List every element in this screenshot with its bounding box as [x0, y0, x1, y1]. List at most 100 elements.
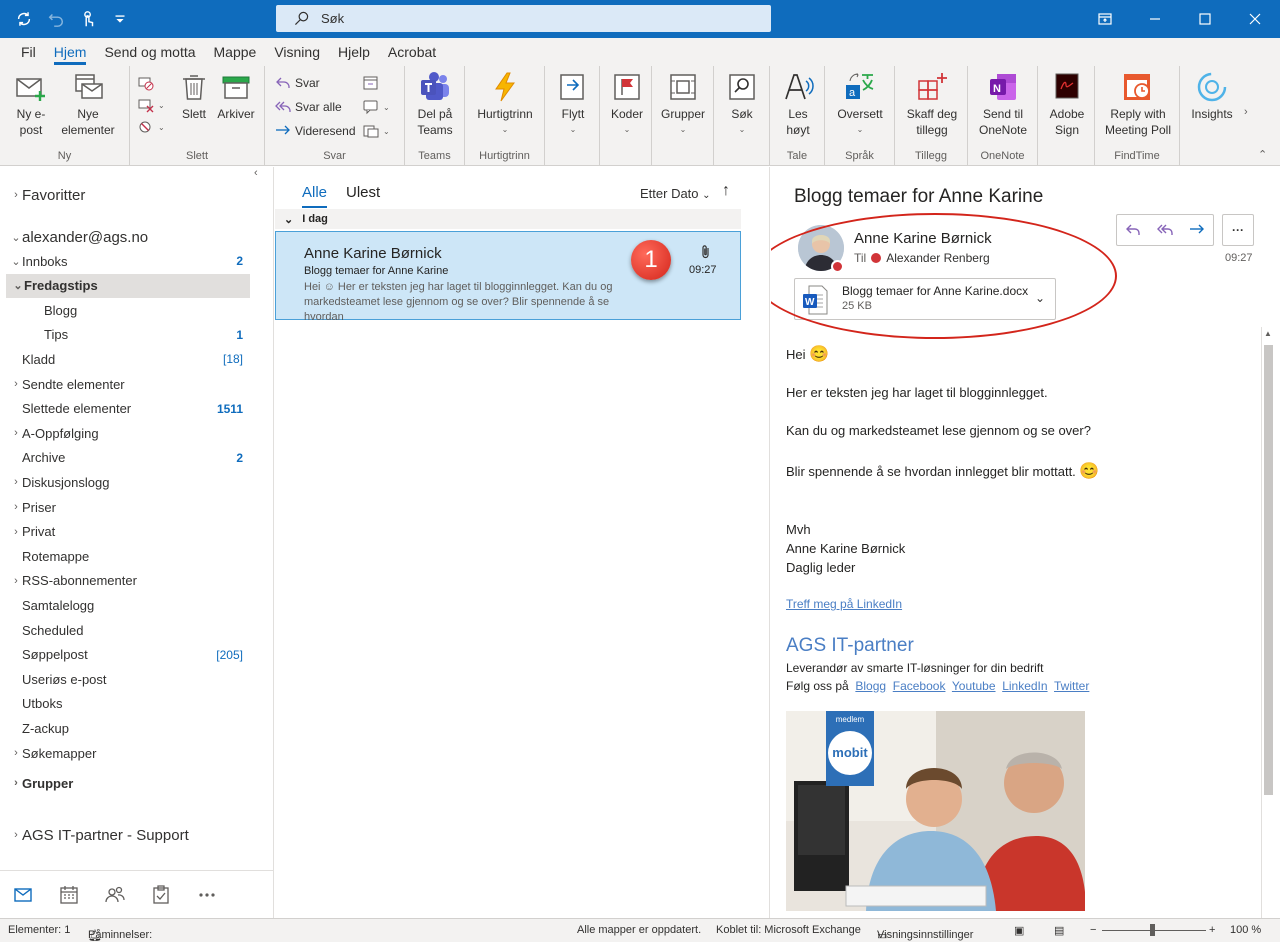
delete-button[interactable]: Slett [176, 70, 212, 122]
sort-dropdown[interactable]: Etter Dato ⌄ [640, 186, 711, 201]
cleanup-button[interactable]: ⌄ [138, 94, 165, 116]
folder-item[interactable]: Utboks [0, 692, 260, 716]
folder-item[interactable]: Kladd [18] [0, 347, 260, 371]
collapse-ribbon-icon[interactable]: ⌃ [1258, 148, 1267, 161]
adobe-sign-button[interactable]: Adobe Sign [1044, 70, 1090, 138]
tab-unread[interactable]: Ulest [346, 184, 380, 201]
link-facebook[interactable]: Facebook [893, 679, 946, 693]
tab-mappe[interactable]: Mappe [205, 38, 266, 66]
ignore-button[interactable] [138, 72, 154, 94]
meeting-reply-button[interactable] [363, 72, 379, 94]
folder-item[interactable]: › Søkemapper [0, 741, 260, 765]
im-reply-button[interactable]: ⌄ [363, 96, 390, 118]
touch-mode-icon[interactable] [74, 5, 102, 33]
folder-item[interactable]: › Privat [0, 520, 260, 544]
tab-fil[interactable]: Fil [12, 38, 45, 66]
tab-all[interactable]: Alle [302, 184, 328, 208]
chevron-down-icon[interactable]: ⌄ [12, 279, 24, 292]
folder-item[interactable]: Z-ackup [0, 716, 260, 740]
link-blogg[interactable]: Blogg [855, 679, 886, 693]
chevron-down-icon[interactable]: ⌄ [10, 255, 22, 268]
forward-icon[interactable] [1181, 215, 1213, 245]
folder-item[interactable]: Slettede elementer 1511 [0, 397, 260, 421]
recipient-name[interactable]: Alexander Renberg [886, 251, 989, 265]
zoom-slider-thumb[interactable] [1150, 924, 1155, 936]
attachment-card[interactable]: W Blogg temaer for Anne Karine.docx 25 K… [794, 278, 1056, 320]
get-addins-button[interactable]: Skaff deg tillegg [901, 70, 963, 138]
chevron-right-icon[interactable]: › [10, 476, 22, 488]
linkedin-link[interactable]: Treff meg på LinkedIn [786, 597, 902, 611]
mail-icon[interactable] [10, 882, 36, 908]
customize-toolbar-icon[interactable] [106, 5, 134, 33]
quicksteps-button[interactable]: Hurtigtrinn ⌄ [471, 70, 539, 138]
move-button[interactable]: Flytt ⌄ [553, 70, 593, 138]
archive-button[interactable]: Arkiver [216, 70, 256, 122]
tab-visning[interactable]: Visning [265, 38, 329, 66]
folder-item[interactable]: Scheduled [0, 618, 260, 642]
reply-all-icon[interactable] [1149, 215, 1181, 245]
folder-item[interactable]: Rotemappe [0, 544, 260, 568]
link-linkedin[interactable]: LinkedIn [1002, 679, 1047, 693]
folder-item[interactable]: Useriøs e-post [0, 667, 260, 691]
reading-scrollbar[interactable]: ▲ [1261, 327, 1275, 918]
groups-button[interactable]: Grupper ⌄ [658, 70, 708, 138]
folder-item[interactable]: Blogg [0, 298, 260, 322]
sync-icon[interactable] [10, 5, 38, 33]
tab-acrobat[interactable]: Acrobat [379, 38, 445, 66]
chevron-right-icon[interactable]: › [10, 575, 22, 587]
folder-item[interactable]: Samtalelogg [0, 593, 260, 617]
reply-button[interactable]: Svar [275, 72, 320, 94]
new-email-button[interactable]: Ny e- post [10, 70, 52, 138]
folder-item[interactable]: › A-Oppfølging [0, 421, 260, 445]
more-reply-button[interactable]: ⌄ [363, 120, 390, 142]
find-button[interactable]: Søk ⌄ [722, 70, 762, 138]
link-youtube[interactable]: Youtube [952, 679, 996, 693]
chevron-right-icon[interactable]: › [10, 501, 22, 513]
chevron-down-icon[interactable]: ⌄ [1035, 291, 1045, 305]
reply-all-button[interactable]: Svar alle [275, 96, 342, 118]
zoom-in-icon[interactable]: + [1209, 924, 1215, 936]
meeting-poll-button[interactable]: Reply with Meeting Poll [1100, 70, 1176, 138]
reply-icon[interactable] [1117, 215, 1149, 245]
share-teams-button[interactable]: Del på Teams [413, 70, 457, 138]
read-aloud-button[interactable]: Les høyt [778, 70, 818, 138]
favorites-header[interactable]: › Favoritter [0, 183, 260, 207]
collapse-folder-pane-icon[interactable]: ‹ [254, 167, 258, 179]
new-items-button[interactable]: Nye elementer [54, 70, 122, 138]
tags-button[interactable]: Koder ⌄ [607, 70, 647, 138]
junk-button[interactable]: ⌄ [138, 116, 165, 138]
normal-view-icon[interactable]: ▣ [1014, 924, 1024, 937]
calendar-icon[interactable] [56, 882, 82, 908]
ribbon-display-icon[interactable] [1080, 0, 1130, 38]
send-onenote-button[interactable]: N Send til OneNote [974, 70, 1032, 138]
account-header[interactable]: ⌄ alexander@ags.no [0, 225, 260, 249]
tab-hjelp[interactable]: Hjelp [329, 38, 379, 66]
translate-button[interactable]: a Oversett ⌄ [834, 70, 886, 138]
folder-item[interactable]: Archive 2 [0, 446, 260, 470]
folder-item[interactable]: › Sendte elementer [0, 372, 260, 396]
chevron-right-icon[interactable]: › [10, 427, 22, 439]
reading-view-icon[interactable]: ▤ [1054, 924, 1064, 937]
tab-hjem[interactable]: Hjem [45, 38, 96, 66]
chevron-right-icon[interactable]: › [10, 526, 22, 538]
folder-item[interactable]: › RSS-abonnementer [0, 569, 260, 593]
folder-item[interactable]: Søppelpost [205] [0, 643, 260, 667]
more-apps-icon[interactable] [194, 882, 220, 908]
folder-item[interactable]: › Priser [0, 495, 260, 519]
close-icon[interactable] [1230, 0, 1280, 38]
chevron-right-icon[interactable]: › [10, 378, 22, 390]
zoom-out-icon[interactable]: − [1090, 924, 1096, 936]
sort-direction-icon[interactable]: ↑ [722, 182, 730, 200]
message-item[interactable]: Anne Karine Børnick Blogg temaer for Ann… [275, 231, 741, 323]
people-icon[interactable] [102, 882, 128, 908]
date-group-header[interactable]: ⌄ I dag [275, 209, 741, 229]
zoom-level[interactable]: 100 % [1230, 924, 1261, 936]
more-actions-icon[interactable]: ··· [1222, 214, 1254, 246]
tab-send-og-motta[interactable]: Send og motta [95, 38, 204, 66]
folder-item[interactable]: Tips 1 [0, 323, 260, 347]
groups-header[interactable]: › Grupper [0, 771, 260, 795]
email-sender[interactable]: Anne Karine Børnick [854, 230, 992, 247]
tasks-icon[interactable] [148, 882, 174, 908]
maximize-icon[interactable] [1180, 0, 1230, 38]
scrollbar-thumb[interactable] [1264, 345, 1273, 795]
